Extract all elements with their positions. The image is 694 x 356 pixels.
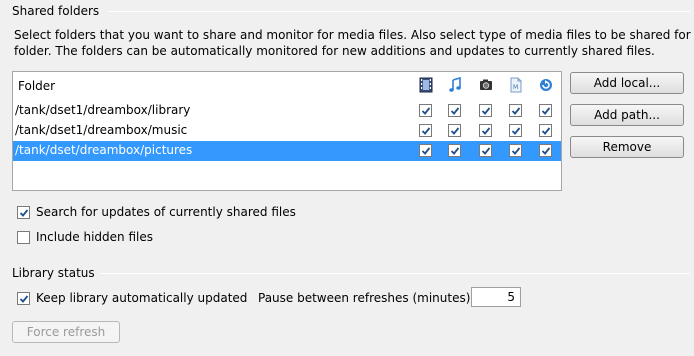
pause-minutes-input[interactable]: 5 xyxy=(471,287,521,307)
folder-column-header[interactable]: Folder xyxy=(18,79,55,93)
photo-checkbox[interactable] xyxy=(479,104,492,117)
force-refresh-button[interactable]: Force refresh xyxy=(12,321,120,343)
table-row[interactable]: /tank/dset1/dreambox/music xyxy=(13,121,561,141)
document-icon: M xyxy=(509,77,523,93)
remove-button[interactable]: Remove xyxy=(570,136,684,158)
library-status-title: Library status xyxy=(12,266,95,280)
music-note-icon xyxy=(448,76,462,93)
add-path-button[interactable]: Add path... xyxy=(570,104,684,126)
add-local-button[interactable]: Add local... xyxy=(570,72,684,94)
document-checkbox[interactable] xyxy=(509,104,522,117)
camera-icon xyxy=(479,77,493,93)
table-row[interactable]: /tank/dset1/dreambox/library xyxy=(13,101,561,121)
music-checkbox[interactable] xyxy=(448,124,461,137)
video-checkbox[interactable] xyxy=(419,144,432,157)
table-header: Folder M xyxy=(13,72,561,99)
document-checkbox[interactable] xyxy=(509,144,522,157)
search-updates-label: Search for updates of currently shared f… xyxy=(36,205,296,219)
document-checkbox[interactable] xyxy=(509,124,522,137)
video-checkbox[interactable] xyxy=(419,124,432,137)
description-line-2: folder. The folders can be automatically… xyxy=(14,44,655,58)
refresh-icon xyxy=(539,77,553,93)
include-hidden-checkbox[interactable] xyxy=(17,231,30,244)
shared-folders-divider xyxy=(108,11,690,12)
folder-path: /tank/dset/dreambox/pictures xyxy=(15,143,193,157)
include-hidden-label: Include hidden files xyxy=(36,230,153,244)
music-checkbox[interactable] xyxy=(448,104,461,117)
photo-checkbox[interactable] xyxy=(479,144,492,157)
music-checkbox[interactable] xyxy=(448,144,461,157)
keep-updated-checkbox[interactable] xyxy=(17,292,30,305)
video-checkbox[interactable] xyxy=(419,104,432,117)
library-status-divider xyxy=(100,273,690,274)
keep-updated-label: Keep library automatically updated xyxy=(36,291,248,305)
monitor-checkbox[interactable] xyxy=(539,124,552,137)
table-row-selected[interactable]: /tank/dset/dreambox/pictures xyxy=(13,141,561,161)
photo-checkbox[interactable] xyxy=(479,124,492,137)
pause-label: Pause between refreshes (minutes): xyxy=(258,291,475,305)
video-icon xyxy=(419,77,433,93)
folder-path: /tank/dset1/dreambox/library xyxy=(15,103,191,117)
monitor-checkbox[interactable] xyxy=(539,144,552,157)
folder-path: /tank/dset1/dreambox/music xyxy=(15,123,188,137)
search-updates-checkbox[interactable] xyxy=(17,206,30,219)
svg-text:M: M xyxy=(513,84,518,91)
folder-table[interactable]: Folder M /tank/dset1/dreambox/library /t… xyxy=(12,71,562,191)
shared-folders-title: Shared folders xyxy=(12,4,100,18)
monitor-checkbox[interactable] xyxy=(539,104,552,117)
